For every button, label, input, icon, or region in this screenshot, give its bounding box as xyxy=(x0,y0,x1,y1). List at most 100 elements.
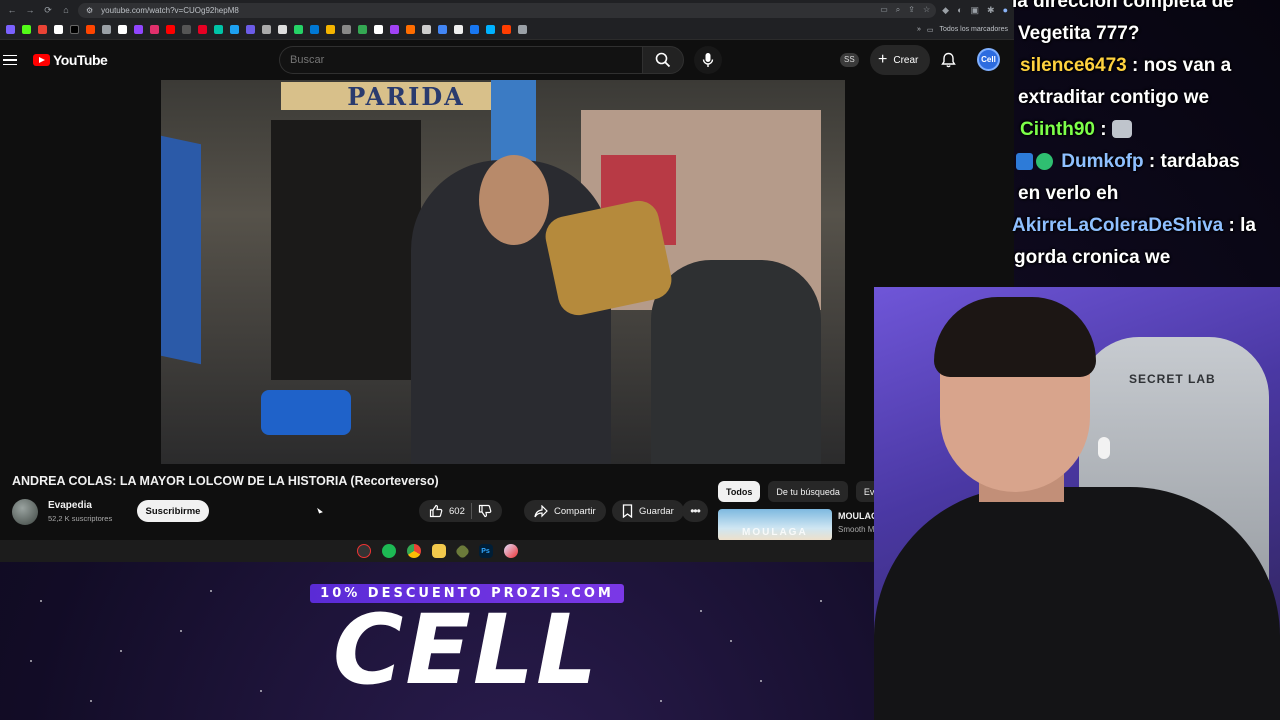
recommended-title[interactable]: MOULAG xyxy=(838,511,878,521)
bookmark-icon[interactable] xyxy=(198,25,207,34)
channel-name[interactable]: Evapedia xyxy=(48,500,92,511)
bookmark-icon[interactable] xyxy=(454,25,463,34)
bookmark-icon[interactable] xyxy=(406,25,415,34)
bookmark-icon[interactable] xyxy=(246,25,255,34)
app-icon[interactable] xyxy=(454,543,470,559)
bookmark-icon[interactable] xyxy=(310,25,319,34)
folder-icon: ▭ xyxy=(926,26,934,34)
bookmark-icon[interactable] xyxy=(502,25,511,34)
all-bookmarks-label[interactable]: Todos los marcadores xyxy=(940,26,1008,33)
more-bookmarks-icon[interactable]: » xyxy=(917,26,921,33)
save-label: Guardar xyxy=(639,505,674,517)
home-icon[interactable]: ⌂ xyxy=(60,5,72,15)
recommended-thumbnail-text: MOULAGA xyxy=(742,527,808,538)
chip-from-search[interactable]: De tu búsqueda xyxy=(768,481,848,502)
recommended-thumbnail[interactable]: MOULAGA xyxy=(718,509,832,541)
photoshop-app-icon[interactable]: Ps xyxy=(478,544,493,558)
bookmark-icon[interactable] xyxy=(470,25,479,34)
share-label: Compartir xyxy=(554,505,596,517)
account-avatar[interactable]: Cell xyxy=(977,48,1000,71)
subscribe-button[interactable]: Suscribirme xyxy=(137,500,209,522)
bookmark-icon[interactable] xyxy=(166,25,175,34)
chrome-app-icon[interactable] xyxy=(406,544,421,558)
channel-avatar[interactable] xyxy=(12,499,38,525)
create-button[interactable]: + Crear xyxy=(870,45,931,75)
plus-icon: + xyxy=(878,51,888,68)
bookmark-icon[interactable] xyxy=(342,25,351,34)
bookmark-icon[interactable] xyxy=(518,25,527,34)
bookmark-icon[interactable] xyxy=(422,25,431,34)
app-icon[interactable] xyxy=(503,544,518,558)
chat-message: gorda cronica we xyxy=(1014,247,1171,268)
chair-brand: SECRET LAB xyxy=(1129,372,1216,386)
bookmark-icon[interactable] xyxy=(150,25,159,34)
streamer-hair xyxy=(934,297,1096,377)
bookmark-icon[interactable] xyxy=(70,25,79,34)
chip-all[interactable]: Todos xyxy=(718,481,761,502)
bookmark-icon[interactable] xyxy=(358,25,367,34)
bookmark-icon[interactable] xyxy=(262,25,271,34)
bookmark-icon[interactable] xyxy=(294,25,303,34)
bookmark-icon[interactable] xyxy=(438,25,447,34)
bookmark-icon[interactable] xyxy=(486,25,495,34)
bookmark-icon[interactable] xyxy=(54,25,63,34)
bookmark-icon[interactable] xyxy=(86,25,95,34)
more-actions-button[interactable]: ••• xyxy=(682,500,708,522)
chat-message: Dumkofp : tardabas xyxy=(1012,146,1280,178)
obs-app-icon[interactable] xyxy=(356,544,371,558)
bookmark-icon[interactable] xyxy=(278,25,287,34)
thumbs-down-icon[interactable] xyxy=(478,504,492,518)
extension-icon[interactable]: ◐ xyxy=(957,5,962,16)
bookmark-icon[interactable] xyxy=(374,25,383,34)
share-button[interactable]: Compartir xyxy=(524,500,606,522)
zoom-icon[interactable]: ⌕ xyxy=(896,5,900,15)
video-scene-door xyxy=(271,120,421,380)
taskbar: Ps xyxy=(0,540,874,562)
spotify-app-icon[interactable] xyxy=(381,544,396,558)
extension-icon[interactable]: ▣ xyxy=(971,5,980,16)
site-info-icon[interactable]: ⚙ xyxy=(86,6,93,15)
notifications-bell-icon[interactable] xyxy=(941,52,956,68)
search-input[interactable] xyxy=(279,46,642,74)
ss-badge[interactable]: SS xyxy=(840,53,859,67)
address-bar[interactable]: ⚙ youtube.com/watch?v=CUOg92hepM8 ▭ ⌕ ⇪ … xyxy=(78,2,937,18)
earbud-icon xyxy=(1098,437,1110,459)
bookmark-icon[interactable] xyxy=(118,25,127,34)
bookmark-icon[interactable] xyxy=(390,25,399,34)
youtube-logo[interactable]: YouTube xyxy=(33,52,108,68)
profile-icon[interactable]: ● xyxy=(1003,5,1008,16)
create-label: Crear xyxy=(893,54,919,66)
reload-icon[interactable]: ⟳ xyxy=(42,5,54,16)
webcam-overlay: SECRET LAB xyxy=(874,287,1280,720)
bookmark-icon[interactable] xyxy=(214,25,223,34)
sub-badge-icon xyxy=(1036,153,1053,170)
file-explorer-icon[interactable] xyxy=(431,544,446,558)
bookmark-icon[interactable] xyxy=(182,25,191,34)
voice-search-button[interactable] xyxy=(694,46,722,74)
extension-icon[interactable]: ◆ xyxy=(942,5,949,16)
bookmark-icon[interactable] xyxy=(6,25,15,34)
back-icon[interactable]: ← xyxy=(6,5,18,15)
bookmark-icon[interactable] xyxy=(326,25,335,34)
chat-message: Ciinth90 : xyxy=(1012,114,1280,146)
menu-icon[interactable] xyxy=(3,54,17,66)
like-button[interactable]: 602 xyxy=(429,504,465,518)
video-player[interactable]: PARIDA xyxy=(161,80,845,464)
bookmark-icon[interactable] xyxy=(134,25,143,34)
save-button[interactable]: Guardar xyxy=(612,500,684,522)
search-button[interactable] xyxy=(642,46,684,74)
bookmark-icon xyxy=(622,504,633,518)
bookmark-icon[interactable] xyxy=(38,25,47,34)
forward-icon[interactable]: → xyxy=(24,5,36,15)
browser-window: ← → ⟳ ⌂ ⚙ youtube.com/watch?v=CUOg92hepM… xyxy=(0,0,1014,562)
install-icon[interactable]: ▭ xyxy=(880,5,888,15)
bookmark-star-icon[interactable]: ☆ xyxy=(923,5,930,15)
puzzle-icon[interactable]: ✱ xyxy=(987,5,995,16)
bookmark-icon[interactable] xyxy=(22,25,31,34)
streamer-body xyxy=(874,487,1280,720)
bookmark-icon[interactable] xyxy=(230,25,239,34)
share-page-icon[interactable]: ⇪ xyxy=(908,5,915,15)
chat-text: : nos van a xyxy=(1131,55,1232,76)
bookmark-icon[interactable] xyxy=(102,25,111,34)
divider xyxy=(470,503,472,519)
